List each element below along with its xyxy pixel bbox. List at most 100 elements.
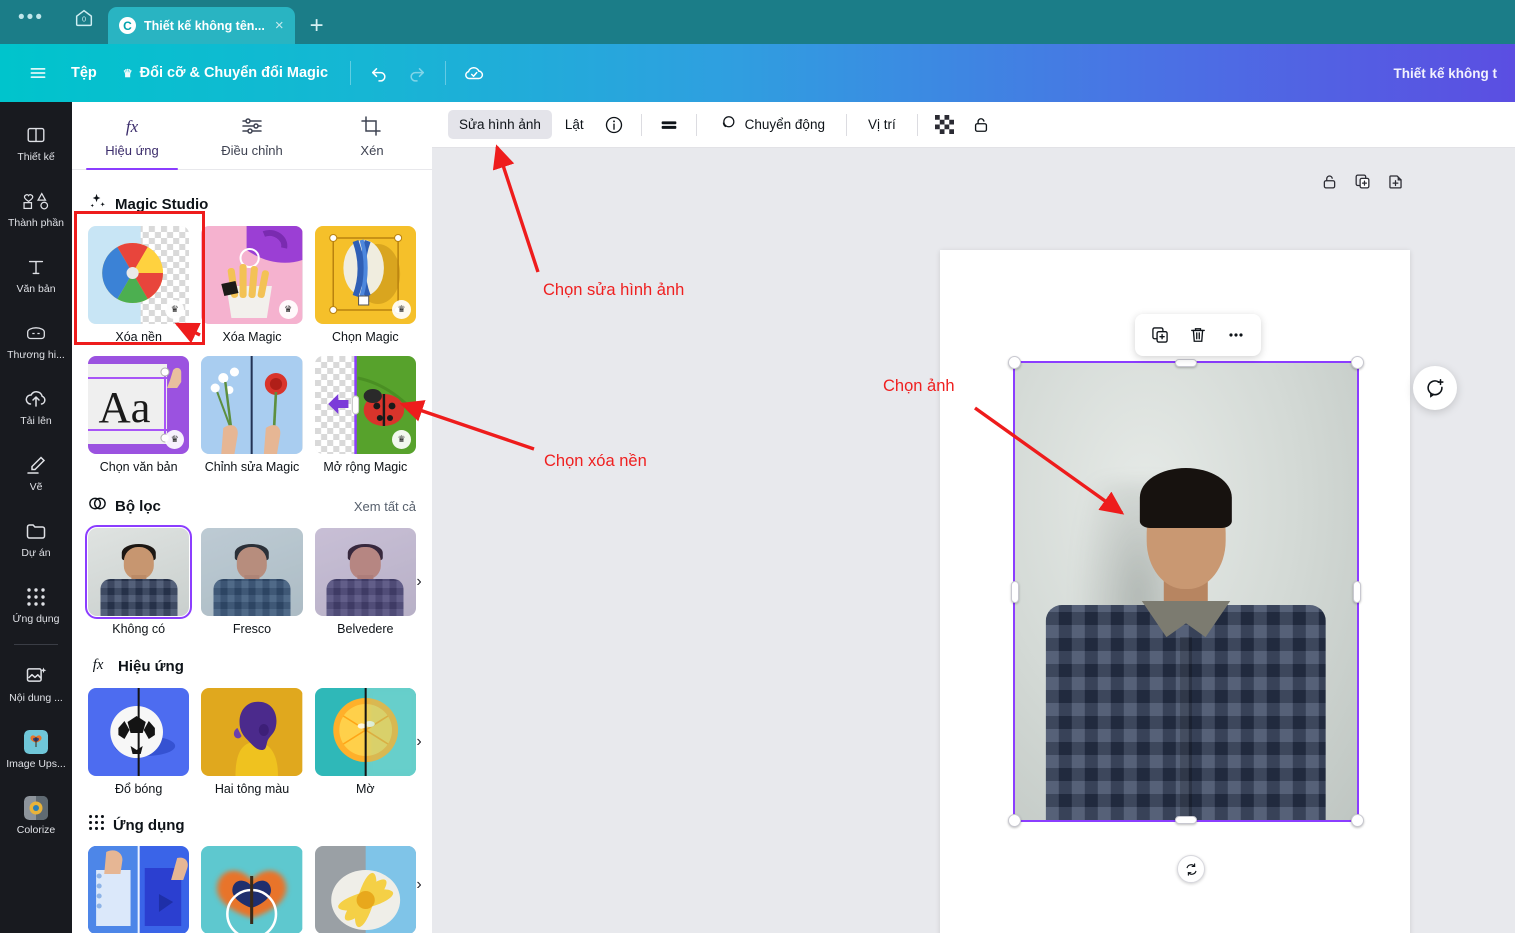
- undo-icon[interactable]: [360, 54, 398, 92]
- file-menu-label: Tệp: [71, 65, 97, 81]
- app-header: Tệp ♛ Đổi cỡ & Chuyển đổi Magic Thiết kế…: [0, 44, 1515, 102]
- filter-icon: [88, 494, 107, 518]
- canva-editor-window: ••• 0 C Thiết kế không tên... × + Tệp ♛ …: [0, 0, 1515, 933]
- effect-card-do-bong[interactable]: Đổ bóng: [88, 688, 190, 796]
- photo-content: [1015, 363, 1357, 820]
- sidebar-label: Thương hi...: [7, 349, 65, 361]
- resize-magic-label: Đổi cỡ & Chuyển đổi Magic: [139, 65, 329, 81]
- magic-card-remove-background[interactable]: ♛ Xóa nền: [88, 226, 190, 344]
- magic-card-label: Chọn văn bản: [99, 460, 178, 474]
- section-title: Magic Studio: [115, 195, 209, 213]
- magic-card-magic-grab[interactable]: ♛ Chọn Magic: [314, 226, 416, 344]
- position-button[interactable]: Vị trí: [857, 110, 907, 139]
- text-icon: [25, 255, 47, 279]
- soccer-ball-blue-thumb: [88, 688, 190, 776]
- sidebar-item-van-ban[interactable]: Văn bản: [0, 242, 72, 308]
- sidebar-item-noi-dung[interactable]: Nội dung ...: [0, 651, 72, 717]
- selected-photo[interactable]: [1008, 356, 1364, 827]
- sidebar-label: Thiết kế: [17, 151, 55, 163]
- filter-thumb: [314, 528, 416, 616]
- duplicate-icon[interactable]: [1143, 318, 1177, 352]
- effect-card-mo[interactable]: Mờ: [314, 688, 416, 796]
- browser-tab-strip: ••• 0 C Thiết kế không tên... × +: [0, 0, 1515, 44]
- app-card-butterfly-sharpen[interactable]: [201, 846, 303, 933]
- hamburger-icon[interactable]: [18, 53, 58, 93]
- app-card-paper-hand[interactable]: [88, 846, 190, 933]
- magic-card-magic-edit[interactable]: Chỉnh sửa Magic: [201, 356, 303, 474]
- tab-hieu-ung[interactable]: fx Hiệu ứng: [72, 102, 192, 170]
- sidebar-item-thanh-phan[interactable]: Thành phần: [0, 176, 72, 242]
- resize-handle-bl[interactable]: [1008, 814, 1021, 827]
- add-comment-icon[interactable]: [1413, 366, 1457, 410]
- toolbar-divider-3: [845, 113, 847, 136]
- sidebar-item-ve[interactable]: Vẽ: [0, 440, 72, 506]
- duplicate-page-icon[interactable]: [1353, 172, 1372, 196]
- magic-card-magic-eraser[interactable]: ♛ Xóa Magic: [201, 226, 303, 344]
- resize-handle-tr[interactable]: [1351, 356, 1364, 369]
- filter-label: Không có: [112, 622, 166, 636]
- effect-label: Mờ: [356, 782, 375, 796]
- resize-handle-right[interactable]: [1353, 580, 1361, 603]
- sidebar-item-image-upscaler[interactable]: Image Ups...: [0, 717, 72, 783]
- animate-icon: [718, 113, 738, 136]
- new-tab-icon[interactable]: +: [295, 7, 339, 44]
- effects-next-icon[interactable]: ›: [408, 731, 430, 753]
- add-page-icon[interactable]: [1386, 172, 1405, 196]
- resize-handle-tl[interactable]: [1008, 356, 1021, 369]
- transparency-checker-icon[interactable]: [928, 108, 962, 142]
- filter-card-khong-co[interactable]: Không có: [84, 525, 193, 636]
- rotate-handle-icon[interactable]: [1177, 855, 1205, 883]
- section-title: Hiệu ứng: [118, 657, 184, 675]
- filter-card-fresco[interactable]: Fresco: [201, 528, 303, 636]
- magic-card-grab-text[interactable]: Aa ♛ Chọn văn bản: [88, 356, 190, 474]
- resize-handle-top[interactable]: [1175, 359, 1197, 367]
- overflow-dots-icon[interactable]: •••: [0, 0, 62, 44]
- resize-handle-left[interactable]: [1011, 580, 1019, 603]
- more-dots-icon[interactable]: [1219, 318, 1253, 352]
- sidebar-item-ung-dung[interactable]: Ứng dụng: [0, 572, 72, 638]
- toolbar-divider-4: [916, 113, 918, 136]
- tab-xen[interactable]: Xén: [312, 102, 432, 169]
- browser-tab-title: Thiết kế không tên...: [144, 18, 265, 33]
- sidebar-item-tai-len[interactable]: Tải lên: [0, 374, 72, 440]
- home-icon[interactable]: 0: [62, 0, 106, 44]
- animate-button[interactable]: Chuyển động: [707, 106, 836, 143]
- filters-see-all-link[interactable]: Xem tất cả: [354, 499, 416, 514]
- sidebar-item-thuong-hieu[interactable]: Thương hi...: [0, 308, 72, 374]
- redo-icon[interactable]: [398, 54, 436, 92]
- lock-page-icon[interactable]: [1320, 172, 1339, 196]
- apps-row: ›: [88, 846, 422, 933]
- filter-thumb: [201, 528, 303, 616]
- filter-card-belvedere[interactable]: Belvedere: [314, 528, 416, 636]
- tab-dieu-chinh[interactable]: Điều chỉnh: [192, 102, 312, 169]
- hot-air-balloon-thumb: ♛: [314, 226, 416, 324]
- sidebar-label: Ứng dụng: [12, 613, 60, 625]
- sidebar-item-du-an[interactable]: Dự án: [0, 506, 72, 572]
- lock-icon[interactable]: [964, 108, 998, 142]
- info-icon[interactable]: [597, 108, 631, 142]
- file-menu-button[interactable]: Tệp: [58, 58, 110, 88]
- apps-next-icon[interactable]: ›: [408, 874, 430, 896]
- document-title[interactable]: Thiết kế không t: [1393, 66, 1497, 81]
- sidebar-item-colorize[interactable]: Colorize: [0, 783, 72, 849]
- panel-tab-bar: fx Hiệu ứng Điều chỉnh Xén: [72, 102, 432, 170]
- effect-card-hai-tong-mau[interactable]: Hai tông màu: [201, 688, 303, 796]
- flip-button[interactable]: Lật: [554, 110, 595, 139]
- resize-handle-bottom[interactable]: [1175, 816, 1197, 824]
- svg-text:fx: fx: [126, 117, 139, 136]
- edit-image-button[interactable]: Sửa hình ảnh: [448, 110, 552, 139]
- colorize-thumb-icon: [24, 796, 48, 820]
- magic-card-magic-expand[interactable]: ♛ Mở rộng Magic: [314, 356, 416, 474]
- trash-icon[interactable]: [1181, 318, 1215, 352]
- resize-handle-br[interactable]: [1351, 814, 1364, 827]
- browser-tab[interactable]: C Thiết kế không tên... ×: [108, 7, 295, 44]
- close-icon[interactable]: ×: [273, 18, 286, 33]
- filters-next-icon[interactable]: ›: [408, 571, 430, 593]
- transparency-icon[interactable]: [652, 108, 686, 142]
- rail-divider: [14, 644, 58, 645]
- sliders-icon: [240, 114, 264, 138]
- resize-magic-button[interactable]: ♛ Đổi cỡ & Chuyển đổi Magic: [110, 58, 341, 88]
- cloud-saved-icon[interactable]: [455, 54, 493, 92]
- app-card-daisy-fan[interactable]: [314, 846, 416, 933]
- sidebar-item-thiet-ke[interactable]: Thiết kế: [0, 110, 72, 176]
